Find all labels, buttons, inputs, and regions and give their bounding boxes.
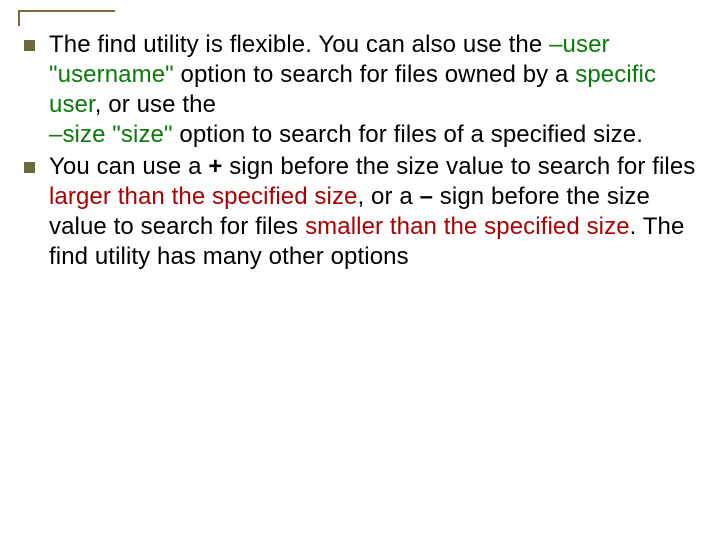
plus-sign: + <box>208 153 222 180</box>
bullet-text: You can use a + sign before the size val… <box>49 152 700 272</box>
bullet-text: The find utility is flexible. You can al… <box>49 30 700 150</box>
text-run: option to search for files owned by a <box>174 61 575 88</box>
text-run: , or a <box>358 183 420 210</box>
text-run: sign before the size value to search for… <box>222 153 695 180</box>
minus-sign: – <box>420 183 433 210</box>
slide: The find utility is flexible. You can al… <box>0 0 720 540</box>
corner-decoration <box>18 10 115 26</box>
option-size: –size "size" <box>49 121 173 148</box>
square-bullet-icon <box>24 162 35 173</box>
text-run: The find utility is flexible. You can al… <box>49 31 549 58</box>
text-run: You can use a <box>49 153 208 180</box>
emph-smaller: smaller than the specified size <box>305 213 630 240</box>
emph-larger: larger than the specified size <box>49 183 358 210</box>
list-item: The find utility is flexible. You can al… <box>20 30 700 150</box>
text-run: , or use the <box>95 91 216 118</box>
bullet-list: The find utility is flexible. You can al… <box>20 30 700 272</box>
text-run: option to search for files of a specifie… <box>173 121 643 148</box>
list-item: You can use a + sign before the size val… <box>20 152 700 272</box>
slide-content: The find utility is flexible. You can al… <box>20 30 700 272</box>
square-bullet-icon <box>24 40 35 51</box>
